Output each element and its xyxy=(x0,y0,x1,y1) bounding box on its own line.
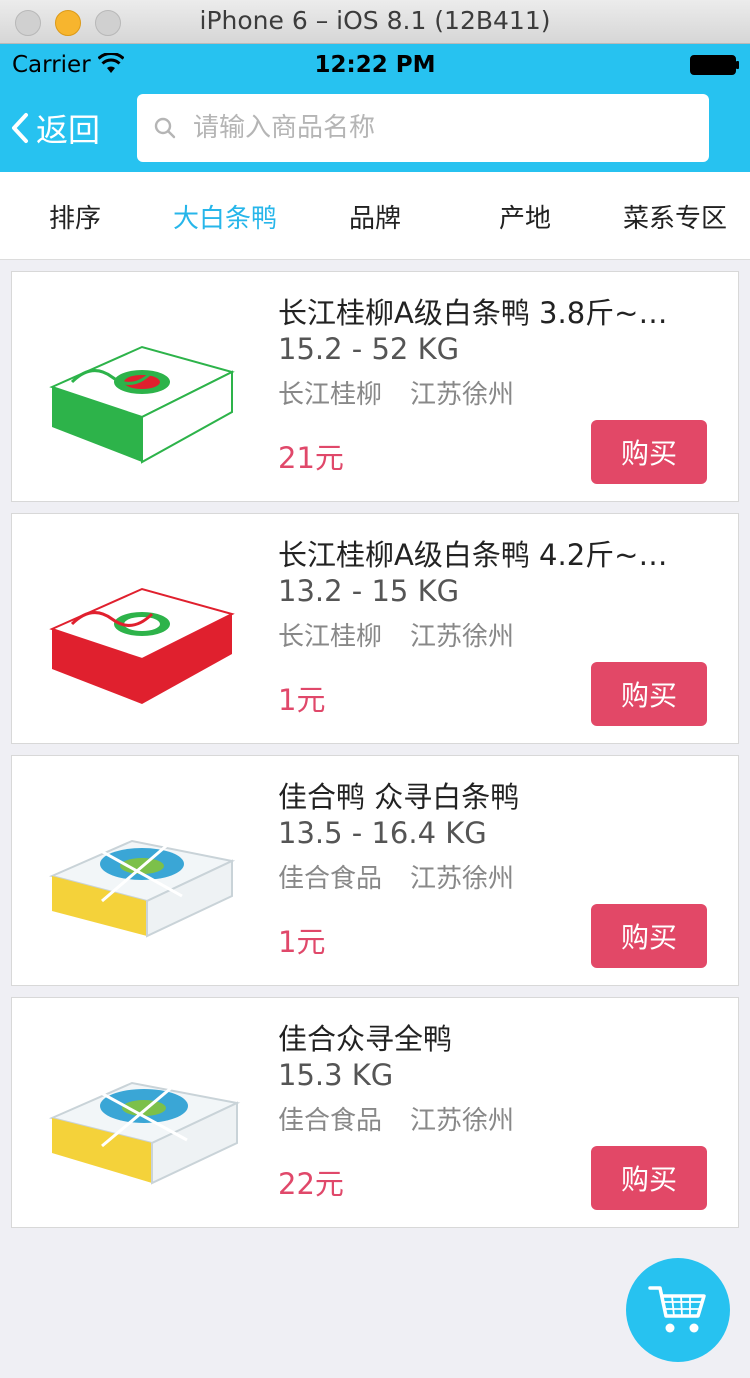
back-button[interactable]: 返回 xyxy=(10,108,101,149)
product-price: 1元 xyxy=(278,683,326,717)
filter-category[interactable]: 大白条鸭 xyxy=(150,172,300,260)
product-card[interactable]: 长江桂柳A级白条鸭 4.2斤~… 13.2 - 15 KG 长江桂柳 江苏徐州 … xyxy=(11,513,739,744)
shopping-cart-icon xyxy=(648,1286,706,1333)
buy-button[interactable]: 购买 xyxy=(591,420,707,484)
search-icon xyxy=(154,117,176,139)
product-price: 21元 xyxy=(278,441,344,475)
product-weight: 13.2 - 15 KG xyxy=(278,574,460,608)
filter-bar: 排序 大白条鸭 品牌 产地 菜系专区 xyxy=(0,172,750,260)
chevron-left-icon xyxy=(12,113,28,143)
cart-button[interactable] xyxy=(626,1258,730,1362)
product-price: 1元 xyxy=(278,925,326,959)
product-image xyxy=(49,345,235,464)
product-title: 长江桂柳A级白条鸭 4.2斤~… xyxy=(278,538,668,572)
product-title: 长江桂柳A级白条鸭 3.8斤~… xyxy=(278,296,668,330)
filter-origin[interactable]: 产地 xyxy=(450,172,600,260)
product-weight: 15.2 - 52 KG xyxy=(278,332,460,366)
filter-sort[interactable]: 排序 xyxy=(0,172,150,260)
product-origin: 江苏徐州 xyxy=(410,1106,515,1136)
product-card[interactable]: 佳合鸭 众寻白条鸭 13.5 - 16.4 KG 佳合食品 江苏徐州 1元 购买 xyxy=(11,755,739,986)
product-origin: 江苏徐州 xyxy=(410,380,515,410)
product-weight: 15.3 KG xyxy=(278,1058,394,1092)
buy-button[interactable]: 购买 xyxy=(591,904,707,968)
product-card[interactable]: 长江桂柳A级白条鸭 3.8斤~… 15.2 - 52 KG 长江桂柳 江苏徐州 … xyxy=(11,271,739,502)
simulator-titlebar: iPhone 6 – iOS 8.1 (12B411) xyxy=(0,0,750,44)
product-image xyxy=(49,587,235,704)
app-header: Carrier 12:22 PM 返回 xyxy=(0,44,750,172)
product-card[interactable]: 佳合众寻全鸭 15.3 KG 佳合食品 江苏徐州 22元 购买 xyxy=(11,997,739,1228)
product-image xyxy=(48,1081,241,1185)
product-brand: 长江桂柳 xyxy=(278,380,383,410)
filter-cuisine[interactable]: 菜系专区 xyxy=(600,172,750,260)
product-title: 佳合众寻全鸭 xyxy=(278,1022,453,1056)
filter-brand[interactable]: 品牌 xyxy=(300,172,450,260)
product-origin: 江苏徐州 xyxy=(410,622,515,652)
product-brand: 长江桂柳 xyxy=(278,622,383,652)
product-weight: 13.5 - 16.4 KG xyxy=(278,816,487,850)
status-time: 12:22 PM xyxy=(314,52,436,78)
product-brand: 佳合食品 xyxy=(278,864,383,894)
buy-button[interactable]: 购买 xyxy=(591,662,707,726)
product-origin: 江苏徐州 xyxy=(410,864,515,894)
product-image xyxy=(48,839,236,938)
product-brand: 佳合食品 xyxy=(278,1106,383,1136)
search-input[interactable] xyxy=(193,113,673,143)
back-label: 返回 xyxy=(36,111,101,149)
product-price: 22元 xyxy=(278,1167,344,1201)
buy-button[interactable]: 购买 xyxy=(591,1146,707,1210)
product-title: 佳合鸭 众寻白条鸭 xyxy=(278,780,520,814)
search-field[interactable] xyxy=(137,94,709,162)
battery-icon xyxy=(690,55,739,75)
window-title: iPhone 6 – iOS 8.1 (12B411) xyxy=(199,6,551,35)
